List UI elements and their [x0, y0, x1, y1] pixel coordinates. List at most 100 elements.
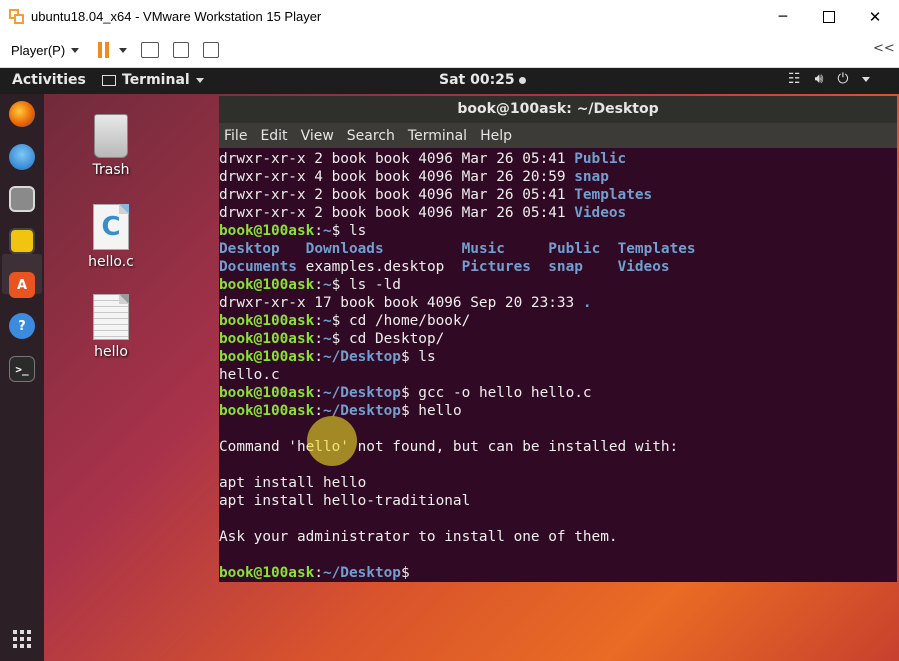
dir-name: Templates: [617, 241, 696, 257]
trash-icon: [94, 114, 128, 158]
menu-view[interactable]: View: [301, 128, 334, 144]
terminal-title: book@100ask: ~/Desktop: [219, 96, 897, 123]
c-source-file-icon: C: [93, 204, 129, 250]
prompt-user: book@100ask: [219, 403, 315, 419]
activities-button[interactable]: Activities: [12, 72, 86, 88]
prompt-user: book@100ask: [219, 223, 315, 239]
firefox-icon[interactable]: [9, 101, 35, 127]
pause-icon[interactable]: [97, 42, 111, 58]
rhythmbox-icon[interactable]: [9, 228, 35, 254]
vmware-toolbar: Player(P): [0, 33, 899, 68]
terminal-line: book@100ask:~/Desktop$ gcc -o hello hell…: [219, 385, 592, 401]
chevron-down-icon: [195, 77, 204, 83]
output-text: apt install hello-traditional: [219, 493, 471, 509]
output-text: apt install hello: [219, 475, 367, 491]
menu-search[interactable]: Search: [347, 128, 395, 144]
command-text: ls -ld: [348, 277, 401, 293]
terminal-line: drwxr-xr-x 17 book book 4096 Sep 20 23:3…: [219, 294, 897, 312]
app-menu-label: Terminal: [122, 72, 190, 88]
perm-text: drwxr-xr-x 2 book book 4096 Mar 26 05:41: [219, 187, 575, 203]
terminal-line: apt install hello-traditional: [219, 492, 897, 510]
terminal-app-icon: [102, 74, 116, 86]
chevron-down-icon: [71, 47, 80, 53]
desktop-icon-label: Trash: [92, 162, 130, 178]
menu-edit[interactable]: Edit: [260, 128, 287, 144]
file-name: hello.c: [219, 367, 280, 383]
desktop-icon-hello[interactable]: hello: [71, 294, 151, 360]
terminal-line: drwxr-xr-x 2 book book 4096 Mar 26 05:41…: [219, 204, 897, 222]
minimize-button[interactable]: ─: [760, 0, 806, 33]
menu-help[interactable]: Help: [480, 128, 512, 144]
close-button[interactable]: ✕: [852, 0, 898, 33]
chevron-down-icon: [862, 76, 871, 82]
perm-text: drwxr-xr-x 2 book book 4096 Mar 26 05:41: [219, 205, 575, 221]
ubuntu-topbar: Activities Terminal Sat 00:25 ☷ 🔊︎ ⏻: [0, 68, 899, 94]
dir-name: Templates: [574, 187, 653, 203]
terminal-output[interactable]: drwxr-xr-x 2 book book 4096 Mar 26 05:41…: [219, 150, 897, 582]
text-file-icon: [93, 294, 129, 340]
collapse-icon[interactable]: <<: [873, 41, 895, 56]
files-icon[interactable]: [9, 186, 35, 212]
system-tray[interactable]: ☷ 🔊︎ ⏻: [788, 71, 884, 87]
dir-name: .: [582, 295, 592, 311]
dir-name: Music: [461, 241, 505, 257]
maximize-button[interactable]: [806, 0, 852, 33]
prompt-path: ~: [322, 331, 332, 347]
prompt-user: book@100ask: [219, 349, 315, 365]
dir-name: snap: [574, 169, 609, 185]
vmware-titlebar: ubuntu18.04_x64 - VMware Workstation 15 …: [0, 0, 899, 33]
fullscreen-icon[interactable]: [173, 42, 190, 58]
error-text: Command 'hello' not found, but can be in…: [219, 439, 679, 455]
desktop-icon-label: hello.c: [88, 254, 134, 270]
power-icon: ⏻: [837, 71, 849, 87]
prompt-path: ~: [322, 223, 332, 239]
dir-name: Public: [574, 151, 627, 167]
dir-name: Pictures: [461, 259, 531, 275]
prompt-path: ~: [322, 313, 332, 329]
terminal-line: drwxr-xr-x 2 book book 4096 Mar 26 05:41…: [219, 186, 897, 204]
clock[interactable]: Sat 00:25: [439, 72, 526, 88]
command-text: hello: [418, 403, 462, 419]
thunderbird-icon[interactable]: [9, 144, 35, 170]
terminal-line: Ask your administrator to install one of…: [219, 528, 897, 546]
command-text: cd Desktop/: [348, 331, 445, 347]
prompt-user: book@100ask: [219, 277, 315, 293]
menu-file[interactable]: File: [224, 128, 247, 144]
terminal-line: book@100ask:~$ ls: [219, 223, 367, 239]
perm-text: drwxr-xr-x 2 book book 4096 Mar 26 05:41: [219, 151, 575, 167]
terminal-line: drwxr-xr-x 2 book book 4096 Mar 26 05:41…: [219, 150, 897, 168]
help-icon[interactable]: ?: [9, 313, 35, 339]
terminal-icon[interactable]: >_: [9, 356, 35, 382]
desktop-icon-trash[interactable]: Trash: [71, 114, 151, 178]
menu-terminal[interactable]: Terminal: [408, 128, 467, 144]
dir-name: Public: [548, 241, 601, 257]
prompt-user: book@100ask: [219, 313, 315, 329]
command-text: ls: [348, 223, 367, 239]
app-menu[interactable]: Terminal: [102, 72, 204, 88]
unity-icon[interactable]: [203, 42, 220, 58]
pause-dropdown-icon[interactable]: [119, 47, 128, 53]
prompt-user: book@100ask: [219, 385, 315, 401]
prompt-user: book@100ask: [219, 565, 315, 581]
desktop-icon-hello-c[interactable]: C hello.c: [71, 204, 151, 270]
terminal-line: hello.c: [219, 366, 897, 384]
mouse-cursor-highlight: [307, 416, 357, 466]
terminal-window[interactable]: book@100ask: ~/Desktop File Edit View Se…: [219, 96, 897, 582]
software-icon[interactable]: A: [9, 272, 35, 298]
command-text: ls: [418, 349, 436, 365]
terminal-line: book@100ask:~$ cd /home/book/: [219, 313, 471, 329]
player-menu[interactable]: Player(P): [11, 43, 80, 58]
perm-text: drwxr-xr-x 17 book book 4096 Sep 20 23:3…: [219, 295, 583, 311]
dir-name: Videos: [574, 205, 627, 221]
prompt-path: ~/Desktop: [322, 565, 401, 581]
desktop-icon-label: hello: [94, 344, 128, 360]
clock-text: Sat 00:25: [439, 72, 515, 88]
dir-name: Documents: [219, 259, 297, 275]
terminal-line: Documents examples.desktop Pictures snap…: [219, 258, 897, 276]
show-applications-icon[interactable]: [13, 630, 31, 648]
vmware-logo-icon: [9, 8, 25, 25]
send-ctrl-alt-del-icon[interactable]: [141, 42, 160, 58]
prompt-path: ~/Desktop: [322, 349, 401, 365]
